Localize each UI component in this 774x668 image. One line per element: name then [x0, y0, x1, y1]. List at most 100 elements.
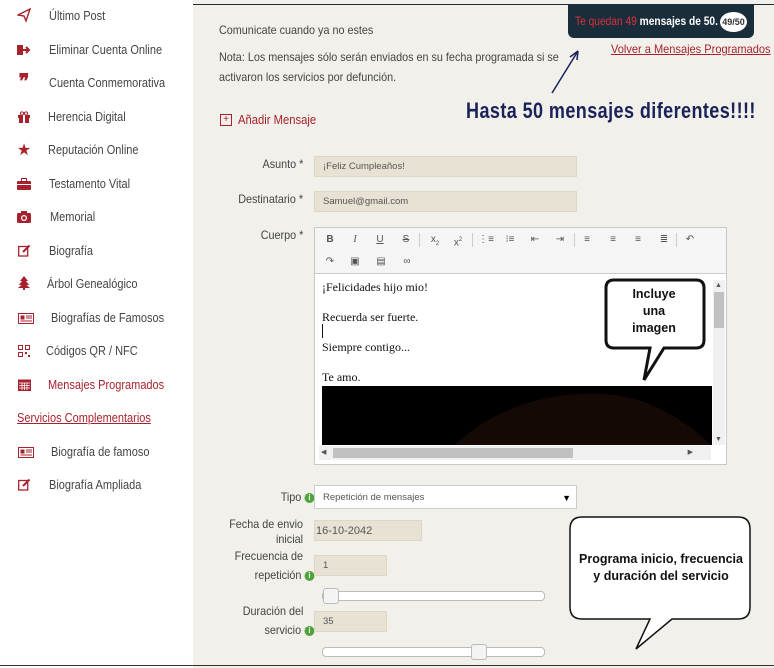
callout-image-text: Incluye una imagen: [606, 286, 702, 337]
scroll-down-icon[interactable]: ▼: [715, 436, 722, 443]
tree-icon: [14, 276, 34, 294]
paper-plane-icon: [14, 7, 34, 26]
justify-icon[interactable]: ≣: [654, 231, 674, 249]
bold-icon[interactable]: B: [320, 231, 340, 249]
undo-icon[interactable]: ↶: [680, 231, 700, 249]
text-cursor: [322, 324, 323, 338]
info-icon[interactable]: i: [304, 625, 315, 636]
duracion-slider[interactable]: [322, 644, 545, 660]
strikethrough-icon[interactable]: S: [396, 231, 416, 249]
calendar-icon: [14, 377, 34, 395]
sidebar-item-cuenta-conmemorativa[interactable]: ❞ Cuenta Conmemorativa: [0, 69, 193, 99]
editor-vertical-scrollbar[interactable]: ▲ ▼: [713, 280, 725, 445]
counter-badge: 49/50: [720, 12, 747, 32]
sidebar-item-mensajes-programados[interactable]: Mensajes Programados: [0, 371, 193, 401]
sidebar-item-biografia-famoso[interactable]: Biografía de famoso: [0, 438, 193, 468]
frecuencia-label-2-text: repetición: [254, 568, 302, 582]
scroll-right-icon[interactable]: ▶: [688, 448, 693, 456]
editor-horizontal-scrollbar[interactable]: ◀ ▶: [319, 446, 711, 460]
fecha-input[interactable]: 16-10-2042: [314, 520, 422, 541]
duracion-slider-thumb[interactable]: [471, 644, 487, 660]
callout-line: Programa inicio, frecuencia: [579, 552, 743, 566]
indent-icon[interactable]: ⇥: [550, 231, 570, 249]
remaining-count: Te quedan 49: [575, 14, 637, 28]
sidebar-item-eliminar-cuenta[interactable]: Eliminar Cuenta Online: [0, 36, 193, 66]
sidebar-item-memorial[interactable]: Memorial: [0, 203, 193, 233]
back-to-scheduled-link[interactable]: Volver a Mensajes Programados: [611, 42, 771, 56]
annotation-arrow: [551, 50, 579, 94]
tipo-select[interactable]: Repetición de mensajes ▼: [314, 485, 577, 509]
embedded-image[interactable]: [322, 386, 712, 445]
frecuencia-label-1: Frecuencia de: [234, 549, 303, 563]
sidebar-item-label: Biografía Ampliada: [49, 478, 142, 492]
body-line: Siempre contigo...: [322, 340, 410, 354]
sidebar-item-arbol-genealogico[interactable]: Árbol Genealógico: [0, 270, 193, 300]
duracion-label-2: servicio i: [264, 623, 315, 637]
scroll-thumb[interactable]: [714, 292, 724, 328]
info-icon[interactable]: i: [304, 570, 315, 581]
sidebar-item-label: Testamento Vital: [49, 177, 131, 191]
redo-icon[interactable]: ↷: [320, 253, 340, 271]
sidebar-item-codigos-qr[interactable]: Códigos QR / NFC: [0, 337, 193, 367]
toolbar-separator: [472, 233, 473, 247]
sidebar-item-ultimo-post[interactable]: Último Post: [0, 2, 193, 32]
align-center-icon[interactable]: ≡: [603, 231, 623, 249]
toolbar-separator: [574, 233, 575, 247]
sidebar-item-biografia[interactable]: Biografía: [0, 237, 193, 267]
body-line: Te amo.: [322, 370, 361, 384]
editor-toolbar: B I U S x2 x2 ⋮≡ ⁝≡ ⇤ ⇥ ≡ ≡ ≡ ≣ ↶ ↷ ▣ ▤ …: [315, 228, 726, 274]
scroll-up-icon[interactable]: ▲: [715, 282, 722, 289]
intro-text: Comunicate cuando ya no estes: [219, 23, 374, 37]
cuerpo-label: Cuerpo *: [260, 228, 303, 242]
frecuencia-slider-thumb[interactable]: [323, 588, 339, 604]
sidebar-item-label: Memorial: [50, 210, 96, 224]
tipo-label-text: Tipo: [280, 490, 302, 504]
destinatario-input[interactable]: Samuel@gmail.com: [314, 191, 577, 212]
table-icon[interactable]: ▤: [371, 253, 391, 271]
duracion-input[interactable]: 35: [314, 611, 387, 632]
sidebar-item-biografias-famosos[interactable]: Biografías de Famosos: [0, 304, 193, 334]
newspaper-icon: [16, 444, 36, 462]
italic-icon[interactable]: I: [345, 231, 365, 249]
sidebar-item-label: Último Post: [49, 9, 106, 23]
callout-program-text: Programa inicio, frecuencia y duración d…: [572, 551, 750, 585]
frecuencia-input[interactable]: 1: [314, 555, 387, 576]
callout-line: y duración del servicio: [593, 569, 729, 583]
subscript-icon[interactable]: x2: [425, 231, 445, 249]
asunto-input[interactable]: ¡Feliz Cumpleaños!: [314, 156, 577, 177]
sidebar-item-label: Árbol Genealógico: [47, 277, 138, 291]
callout-line: una: [642, 304, 666, 318]
sidebar-item-label: Reputación Online: [48, 143, 139, 157]
superscript-icon[interactable]: x2: [448, 231, 468, 249]
link-icon[interactable]: ∞: [397, 253, 417, 271]
toolbar-separator: [419, 233, 420, 247]
sidebar-item-biografia-ampliada[interactable]: Biografía Ampliada: [0, 471, 193, 501]
callout-line: imagen: [632, 321, 676, 335]
sidebar-item-testamento-vital[interactable]: Testamento Vital: [0, 170, 193, 200]
add-message-label: Añadir Mensaje: [238, 112, 317, 127]
add-message-button[interactable]: + Añadir Mensaje: [220, 112, 325, 127]
frecuencia-label-2: repetición i: [254, 568, 315, 582]
body-line: Recuerda ser fuerte.: [322, 310, 419, 324]
bullet-list-icon[interactable]: ⁝≡: [500, 231, 520, 249]
sidebar-item-herencia-digital[interactable]: Herencia Digital: [0, 103, 193, 133]
align-right-icon[interactable]: ≡: [628, 231, 648, 249]
info-icon[interactable]: i: [304, 492, 315, 503]
sidebar-item-label: Códigos QR / NFC: [46, 344, 138, 358]
duracion-label-2-text: servicio: [264, 623, 302, 637]
frecuencia-slider[interactable]: [322, 588, 545, 604]
messages-counter-text: Te quedan 49 mensajes de 50.: [575, 14, 718, 28]
sidebar-item-reputacion-online[interactable]: ★ Reputación Online: [0, 136, 193, 166]
duracion-label-1: Duración del: [242, 604, 303, 618]
fecha-label-1: Fecha de envio: [229, 517, 303, 531]
services-title[interactable]: Servicios Complementarios: [17, 411, 151, 425]
outdent-icon[interactable]: ⇤: [525, 231, 545, 249]
sidebar-item-label: Herencia Digital: [48, 110, 126, 124]
tipo-selected: Repetición de mensajes: [323, 492, 425, 503]
underline-icon[interactable]: U: [370, 231, 390, 249]
scroll-thumb[interactable]: [333, 448, 573, 458]
image-icon[interactable]: ▣: [345, 253, 365, 271]
numbered-list-icon[interactable]: ⋮≡: [476, 231, 496, 249]
align-left-icon[interactable]: ≡: [577, 231, 597, 249]
scroll-left-icon[interactable]: ◀: [321, 448, 326, 456]
